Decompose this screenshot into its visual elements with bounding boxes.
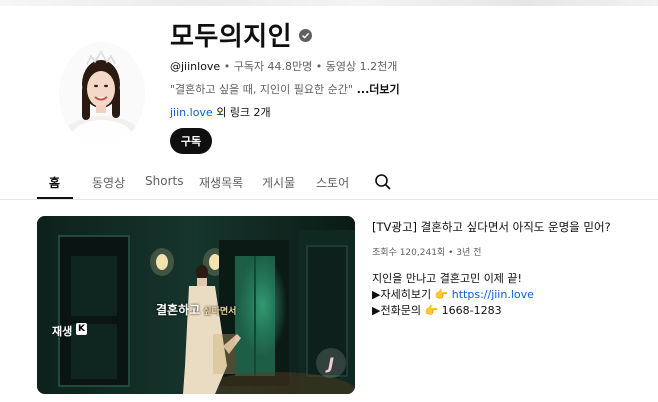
more-link[interactable]: ...더보기 (353, 83, 400, 96)
tab-shorts[interactable]: Shorts (145, 174, 183, 188)
video-desc-link[interactable]: https://jiin.love (452, 288, 534, 301)
channel-title: 모두의지인 (170, 22, 293, 52)
video-age: 3년 전 (456, 248, 482, 258)
video-meta: 조회수 120,241회 • 3년 전 (372, 245, 481, 258)
channel-description[interactable]: "결혼하고 싶을 때, 지인이 필요한 순간" ...더보기 (170, 81, 400, 97)
play-label[interactable]: 재생 (52, 323, 72, 339)
play-shortcut-key: K (76, 323, 87, 335)
phone-number: 1668-1283 (441, 304, 502, 317)
tab-posts[interactable]: 게시물 (262, 174, 295, 191)
desc-prefix: ▶자세히보기 (372, 288, 435, 301)
avatar[interactable] (59, 42, 145, 146)
desc-prefix: ▶전화문의 (372, 304, 425, 317)
video-title[interactable]: [TV광고] 결혼하고 싶다면서 아직도 운명을 믿어? (372, 219, 611, 235)
tab-videos[interactable]: 동영상 (92, 174, 125, 191)
search-icon[interactable] (374, 173, 392, 191)
tab-playlists[interactable]: 재생목록 (199, 174, 243, 191)
video-desc-line: ▶자세히보기 👉 https://jiin.love (372, 286, 534, 302)
meta-separator: • (312, 60, 326, 73)
channel-links[interactable]: jiin.love 외 링크 2개 (170, 104, 271, 120)
video-desc-line: 지인을 만나고 결혼고민 이제 끝! (372, 272, 522, 285)
channel-handle: @jiinlove (170, 60, 221, 73)
video-caption: 결혼하고 싶다면서 (156, 301, 236, 318)
meta-separator: • (445, 248, 457, 258)
channel-tabs: 홈 동영상 Shorts 재생목록 게시물 스토어 (0, 164, 658, 200)
meta-separator: • (220, 60, 234, 73)
video-count: 동영상 1.2천개 (325, 60, 398, 73)
tab-store[interactable]: 스토어 (316, 174, 349, 191)
more-links-label[interactable]: 외 링크 2개 (213, 106, 270, 119)
view-count: 조회수 120,241회 (372, 248, 446, 258)
subscriber-count: 구독자 44.8만명 (233, 60, 313, 73)
channel-banner (0, 0, 658, 6)
checkmark-badge-icon (299, 29, 312, 42)
channel-watermark: J (316, 348, 346, 378)
channel-meta: @jiinlove • 구독자 44.8만명 • 동영상 1.2천개 (170, 58, 397, 74)
channel-link[interactable]: jiin.love (170, 106, 213, 119)
pointing-hand-icon: 👉 (424, 304, 439, 317)
caption-main: 결혼하고 (156, 303, 201, 317)
description-text: "결혼하고 싶을 때, 지인이 필요한 순간" (170, 83, 353, 96)
pointing-hand-icon: 👉 (434, 288, 449, 301)
video-desc-line: ▶전화문의 👉 1668-1283 (372, 302, 502, 318)
subscribe-button[interactable]: 구독 (170, 128, 212, 154)
caption-sub: 싶다면서 (200, 307, 237, 317)
tab-home[interactable]: 홈 (49, 174, 60, 191)
tabs-divider (0, 199, 658, 200)
